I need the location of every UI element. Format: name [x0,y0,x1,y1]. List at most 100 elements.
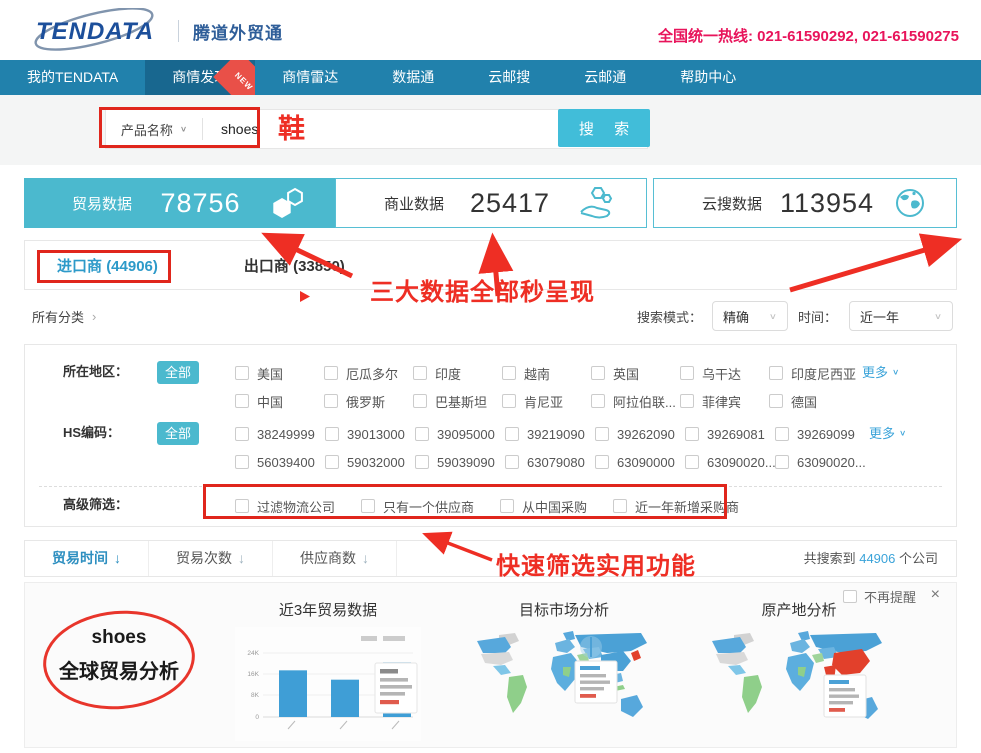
sort-label: 供应商数 [300,541,356,576]
checkbox[interactable] [235,455,249,469]
hotline-text: 全国统一热线: 021-61590292, 021-61590275 [658,25,959,46]
tab-importers[interactable]: 进口商 (44906) [57,255,158,276]
hs-checkbox[interactable]: 38249999 [235,420,325,448]
hs-checkbox[interactable]: 63079080 [505,448,595,476]
close-icon[interactable]: × [931,586,940,604]
checkbox[interactable] [502,366,516,380]
region-checkbox[interactable]: 阿拉伯联... [591,387,680,415]
region-all-button[interactable]: 全部 [157,361,199,384]
nav-item-discovery[interactable]: 商情发现 NEW [145,60,255,95]
card-value: 25417 [444,188,576,219]
new-badge: NEW [213,60,255,95]
hs-checkbox[interactable]: 63090000 [595,448,685,476]
checkbox[interactable] [685,427,699,441]
region-more-link[interactable]: 更多∨ [862,359,899,387]
advanced-checkbox[interactable]: 从中国采购 [500,492,587,520]
checkbox[interactable] [769,394,783,408]
checkbox[interactable] [769,366,783,380]
checkbox[interactable] [680,366,694,380]
checkbox[interactable] [685,455,699,469]
checkbox[interactable] [324,366,338,380]
region-checkbox[interactable]: 厄瓜多尔 [324,359,413,387]
hs-checkbox[interactable]: 39269081 [685,420,775,448]
checkbox[interactable] [775,427,789,441]
checkbox[interactable] [413,394,427,408]
checkbox[interactable] [361,499,375,513]
region-checkbox[interactable]: 德国 [769,387,858,415]
tab-exporters[interactable]: 出口商 (33850) [244,255,345,276]
checkbox[interactable] [591,394,605,408]
sort-supplier-count[interactable]: 供应商数↓ [273,541,397,576]
sort-trade-count[interactable]: 贸易次数↓ [149,541,273,576]
region-checkbox[interactable]: 肯尼亚 [502,387,591,415]
sort-trade-time[interactable]: 贸易时间↓ [25,541,149,576]
search-button[interactable]: 搜 索 [558,109,650,147]
filter-toolbar: 所有分类 › 搜索模式： 精确 ∨ 时间： 近一年 ∨ [24,294,957,338]
hs-checkbox[interactable]: 56039400 [235,448,325,476]
checkbox[interactable] [591,366,605,380]
region-checkbox[interactable]: 菲律宾 [680,387,769,415]
advanced-label: 高级筛选： [63,492,157,520]
hs-checkbox[interactable]: 39095000 [415,420,505,448]
nav-item-radar[interactable]: 商情雷达 [255,60,365,95]
region-checkbox[interactable]: 越南 [502,359,591,387]
checkbox[interactable] [505,455,519,469]
checkbox[interactable] [415,455,429,469]
advanced-checkbox[interactable]: 近一年新增采购商 [613,492,739,520]
hs-more-link[interactable]: 更多∨ [869,420,906,448]
region-checkbox[interactable]: 美国 [235,359,324,387]
checkbox[interactable] [413,366,427,380]
checkbox[interactable] [680,394,694,408]
checkbox[interactable] [235,427,249,441]
checkbox[interactable] [415,427,429,441]
region-checkbox[interactable]: 印度 [413,359,502,387]
hs-checkbox[interactable]: 59039090 [415,448,505,476]
region-checkbox[interactable]: 乌干达 [680,359,769,387]
region-checkbox[interactable]: 英国 [591,359,680,387]
checkbox[interactable] [595,427,609,441]
search-category-dropdown[interactable]: 产品名称 ∨ [106,120,202,139]
nav-item-data[interactable]: 数据通 [365,60,461,95]
region-checkbox[interactable]: 俄罗斯 [324,387,413,415]
logo[interactable]: TENDATA 腾道外贸通 [28,7,288,55]
card-label: 商业数据 [384,193,444,214]
checkbox[interactable] [500,499,514,513]
search-mode-select[interactable]: 精确 ∨ [712,301,788,331]
hs-checkbox[interactable]: 59032000 [325,448,415,476]
checkbox[interactable] [235,499,249,513]
breadcrumb[interactable]: 所有分类 › [32,307,96,326]
card-trade-data[interactable]: 贸易数据 78756 [24,178,335,228]
checkbox[interactable] [235,394,249,408]
card-cloud-search-data[interactable]: 云搜数据 113954 [653,178,957,228]
analysis-overview-panel: 不再提醒 × shoes 全球贸易分析 近3年贸易数据 目标市场分析 原产地分析… [24,582,957,748]
region-checkbox[interactable]: 印度尼西亚 [769,359,858,387]
checkbox[interactable] [324,394,338,408]
nav-item-mail-search[interactable]: 云邮搜 [461,60,557,95]
tab-label: 出口商 [244,258,289,275]
card-business-data[interactable]: 商业数据 25417 [335,178,647,228]
nav-item-mail[interactable]: 云邮通 [557,60,653,95]
nav-item-my-tendata[interactable]: 我的TENDATA [0,60,145,95]
region-checkbox[interactable]: 巴基斯坦 [413,387,502,415]
advanced-checkbox[interactable]: 只有一个供应商 [361,492,474,520]
hs-checkbox[interactable]: 39269099 [775,420,865,448]
time-select[interactable]: 近一年 ∨ [849,301,953,331]
advanced-checkbox[interactable]: 过滤物流公司 [235,492,335,520]
hs-checkbox[interactable]: 39013000 [325,420,415,448]
checkbox[interactable] [505,427,519,441]
hs-checkbox[interactable]: 39219090 [505,420,595,448]
hs-all-button[interactable]: 全部 [157,422,199,445]
checkbox[interactable] [325,455,339,469]
checkbox[interactable] [502,394,516,408]
checkbox[interactable] [235,366,249,380]
nav-item-help[interactable]: 帮助中心 [653,60,763,95]
checkbox[interactable] [613,499,627,513]
hs-checkbox[interactable]: 63090020... [685,448,775,476]
region-checkbox[interactable]: 中国 [235,387,324,415]
checkbox-label: 中国 [257,392,283,411]
hs-checkbox[interactable]: 63090020... [775,448,865,476]
checkbox[interactable] [325,427,339,441]
checkbox[interactable] [775,455,789,469]
hs-checkbox[interactable]: 39262090 [595,420,685,448]
checkbox[interactable] [595,455,609,469]
